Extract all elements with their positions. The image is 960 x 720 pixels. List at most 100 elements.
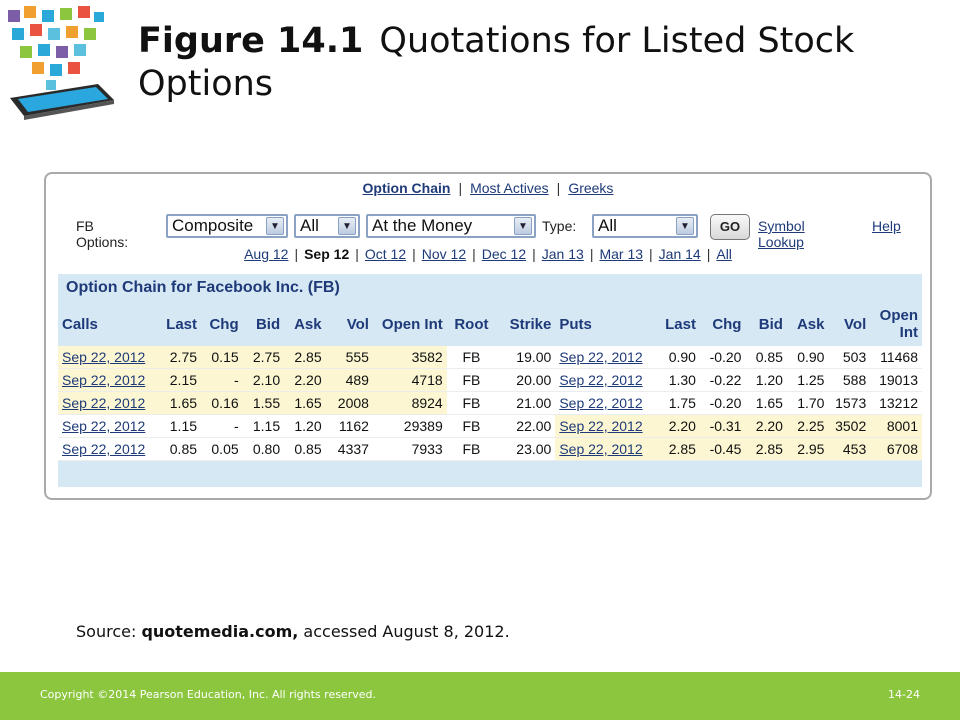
go-button[interactable]: GO	[710, 214, 750, 240]
table-cell: 7933	[372, 437, 447, 461]
nav-separator: |	[458, 180, 463, 196]
table-cell: 1.75	[654, 391, 700, 415]
type-select[interactable]: All ▼	[592, 214, 698, 238]
table-cell: 21.00	[496, 391, 556, 415]
table-cell: 0.85	[157, 437, 202, 461]
month-link[interactable]: Oct 12	[365, 246, 406, 262]
column-header: Open Int	[372, 302, 447, 346]
table-cell: 0.90	[786, 346, 829, 369]
table-cell: 503	[828, 346, 871, 369]
table-cell: 0.85	[745, 346, 787, 369]
month-link[interactable]: All	[716, 246, 732, 262]
month-separator: |	[355, 246, 359, 262]
option-views-nav: Option Chain | Most Actives | Greeks	[46, 180, 930, 196]
help-link[interactable]: Help	[872, 218, 901, 234]
put-expiry-link[interactable]: Sep 22, 2012	[555, 391, 655, 415]
page-number: 14-24	[888, 688, 920, 701]
column-header: Strike	[496, 302, 556, 346]
month-link[interactable]: Nov 12	[422, 246, 466, 262]
month-current: Sep 12	[304, 246, 350, 262]
put-expiry-link[interactable]: Sep 22, 2012	[555, 346, 655, 369]
table-cell: 2.10	[242, 368, 285, 392]
table-cell: 3582	[372, 346, 447, 369]
nav-separator: |	[556, 180, 561, 196]
column-header: Vol	[325, 302, 373, 346]
table-row: Sep 22, 2012 2.75 0.15 2.75 2.85 555 3582 FB 19.…	[58, 346, 922, 369]
chevron-down-icon: ▼	[338, 217, 356, 235]
tablet-icon	[10, 84, 114, 120]
table-cell: 0.15	[201, 346, 243, 369]
table-cell: -	[201, 414, 243, 438]
moneyness-select[interactable]: At the Money ▼	[366, 214, 536, 238]
month-separator: |	[589, 246, 594, 262]
month-link[interactable]: Dec 12	[482, 246, 526, 262]
type-select-value: All	[598, 216, 617, 235]
table-cell: 1.65	[157, 391, 202, 415]
table-cell: -0.20	[699, 391, 746, 415]
call-expiry-link[interactable]: Sep 22, 2012	[58, 368, 158, 392]
table-cell: 2.20	[745, 414, 787, 438]
table-cell: 20.00	[496, 368, 556, 392]
table-cell: 19013	[870, 368, 922, 392]
table-cell: 2.25	[786, 414, 829, 438]
month-link[interactable]: Aug 12	[244, 246, 288, 262]
table-cell: 4718	[372, 368, 447, 392]
month-separator: |	[532, 246, 536, 262]
table-row: Sep 22, 2012 0.85 0.05 0.80 0.85 4337 7933 FB 23…	[58, 437, 922, 461]
table-row: Sep 22, 2012 1.15-1.15 1.20 1162 29389 FB 22.0…	[58, 414, 922, 438]
chevron-down-icon: ▼	[266, 217, 284, 235]
put-expiry-link[interactable]: Sep 22, 2012	[555, 368, 655, 392]
table-cell: 2.15	[157, 368, 202, 392]
column-header: Bid	[242, 302, 285, 346]
table-cell: 29389	[372, 414, 447, 438]
table-cell: 0.16	[201, 391, 243, 415]
table-cell: 1.30	[654, 368, 700, 392]
table-cell: 23.00	[496, 437, 556, 461]
month-link[interactable]: Jan 13	[542, 246, 584, 262]
put-expiry-link[interactable]: Sep 22, 2012	[555, 414, 655, 438]
month-separator: |	[412, 246, 416, 262]
table-cell: 1.55	[242, 391, 285, 415]
month-link[interactable]: Mar 13	[599, 246, 643, 262]
table-cell: 2.95	[786, 437, 829, 461]
table-cell: 6708	[870, 437, 922, 461]
table-cell: 11468	[870, 346, 922, 369]
column-header: Root	[446, 302, 497, 346]
exchange-select[interactable]: Composite ▼	[166, 214, 288, 238]
option-chain-link[interactable]: Option Chain	[363, 180, 451, 196]
table-cell: 8001	[870, 414, 922, 438]
copyright-notice: Copyright ©2014 Pearson Education, Inc. …	[40, 688, 376, 701]
table-cell: 1.20	[284, 414, 326, 438]
table-cell: 2.20	[654, 414, 700, 438]
call-expiry-link[interactable]: Sep 22, 2012	[58, 346, 158, 369]
most-actives-link[interactable]: Most Actives	[470, 180, 549, 196]
table-cell: FB	[446, 414, 497, 438]
table-cell: -0.31	[699, 414, 746, 438]
type-label: Type:	[542, 218, 577, 234]
month-separator: |	[706, 246, 711, 262]
table-cell: -0.45	[699, 437, 746, 461]
table-cell: 588	[828, 368, 871, 392]
table-cell: 0.05	[201, 437, 243, 461]
put-expiry-link[interactable]: Sep 22, 2012	[555, 437, 655, 461]
call-expiry-link[interactable]: Sep 22, 2012	[58, 391, 158, 415]
table-cell: 1.15	[242, 414, 285, 438]
table-cell: 3502	[828, 414, 871, 438]
table-cell: 453	[828, 437, 871, 461]
call-expiry-link[interactable]: Sep 22, 2012	[58, 437, 158, 461]
table-cell: 1.25	[786, 368, 829, 392]
greeks-link[interactable]: Greeks	[568, 180, 613, 196]
tablet-app-icons-logo	[8, 6, 114, 120]
column-header: Puts	[555, 302, 655, 346]
source-prefix: Source:	[76, 622, 142, 641]
table-cell: 0.90	[654, 346, 700, 369]
month-link[interactable]: Jan 14	[659, 246, 701, 262]
option-chain-heading: Option Chain for Facebook Inc. (FB)	[58, 274, 922, 302]
option-type-select[interactable]: All ▼	[294, 214, 360, 238]
chevron-down-icon: ▼	[676, 217, 694, 235]
table-cell: 13212	[870, 391, 922, 415]
exchange-select-value: Composite	[172, 216, 254, 235]
table-cell: 8924	[372, 391, 447, 415]
call-expiry-link[interactable]: Sep 22, 2012	[58, 414, 158, 438]
table-cell: 1.20	[745, 368, 787, 392]
